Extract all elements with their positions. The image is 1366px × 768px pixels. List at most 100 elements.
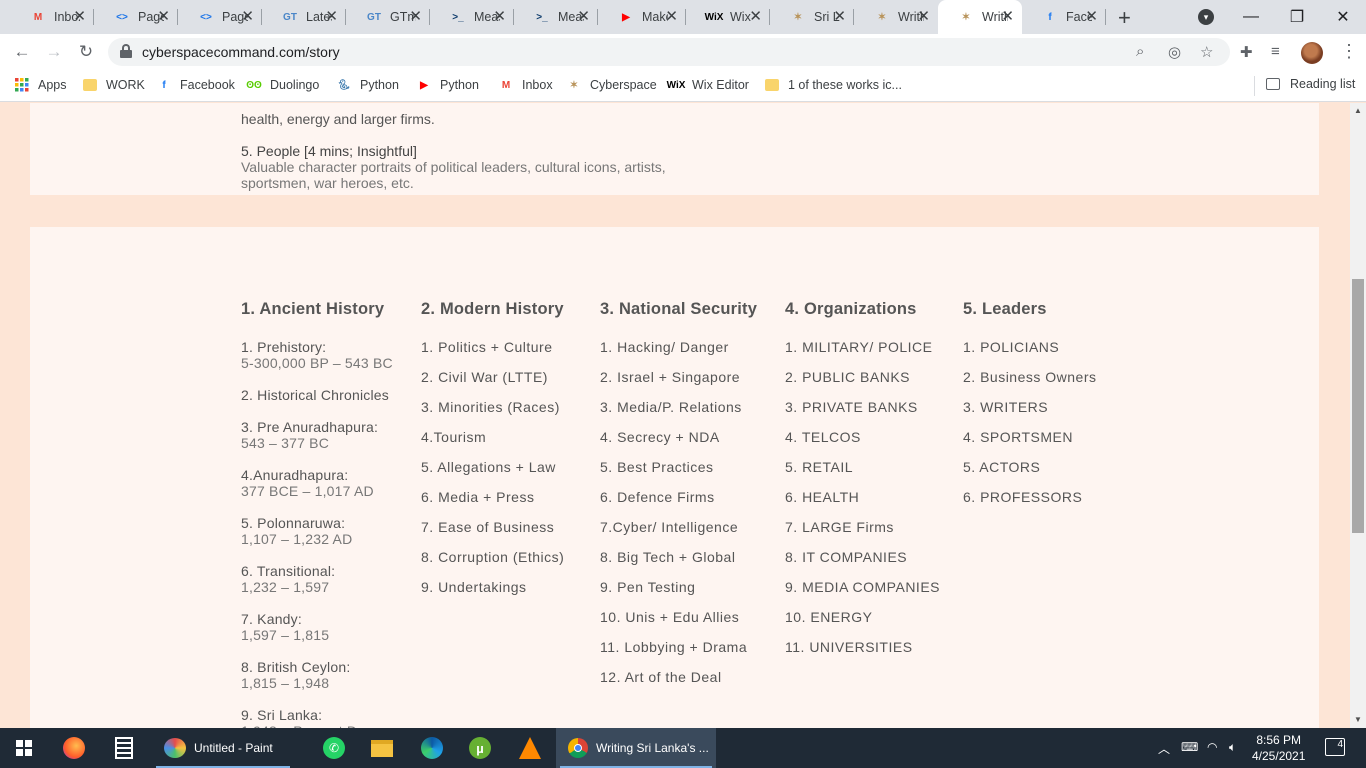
topic-link[interactable]: 4.Tourism <box>421 429 564 459</box>
topic-link[interactable]: 8. IT COMPANIES <box>785 549 940 579</box>
topic-link[interactable]: 2. Historical Chronicles <box>241 387 393 419</box>
tab-close-icon[interactable]: ✕ <box>1001 9 1014 25</box>
scrollbar-thumb[interactable] <box>1352 279 1364 533</box>
topic-link[interactable]: 8. British Ceylon: 1,815 – 1,948 <box>241 659 393 707</box>
topic-link[interactable]: 1. MILITARY/ POLICE <box>785 339 940 369</box>
new-tab-button[interactable]: + <box>1118 5 1131 31</box>
topic-link[interactable]: 8. Corruption (Ethics) <box>421 549 564 579</box>
topic-link[interactable]: 5. Allegations + Law <box>421 459 564 489</box>
forward-arrow-icon[interactable]: → <box>42 40 66 64</box>
topic-link[interactable]: 10. ENERGY <box>785 609 940 639</box>
bookmark-item[interactable]: ▶ Python <box>416 77 479 93</box>
close-window-button[interactable]: ✕ <box>1320 0 1366 34</box>
bookmark-item[interactable]: 1 of these works ic... <box>764 77 902 93</box>
topic-link[interactable]: 2. Civil War (LTTE) <box>421 369 564 399</box>
topic-link[interactable]: 5. ACTORS <box>963 459 1097 489</box>
back-arrow-icon[interactable]: ← <box>10 40 34 64</box>
scroll-down-arrow-icon[interactable]: ▼ <box>1354 715 1362 724</box>
windows-start-icon[interactable] <box>0 728 48 768</box>
browser-tab[interactable]: ▶ Make✕ <box>598 0 686 34</box>
topic-link[interactable]: 6. Defence Firms <box>600 489 757 519</box>
column-heading[interactable]: 4. Organizations <box>785 300 940 319</box>
show-hidden-icons-chevron-icon[interactable]: ︿ <box>1158 740 1170 757</box>
bookmark-star-icon[interactable]: ☆ <box>1200 43 1213 61</box>
edge-icon[interactable] <box>410 728 454 768</box>
tab-close-icon[interactable]: ✕ <box>833 9 846 25</box>
topic-link[interactable]: 2. PUBLIC BANKS <box>785 369 940 399</box>
lock-icon[interactable] <box>120 44 132 58</box>
profile-avatar[interactable] <box>1301 42 1323 64</box>
vlc-icon[interactable] <box>508 728 552 768</box>
notifications-icon[interactable]: 4 <box>1325 738 1345 756</box>
tab-close-icon[interactable]: ✕ <box>241 9 254 25</box>
topic-link[interactable]: 1. Politics + Culture <box>421 339 564 369</box>
topic-link[interactable]: 12. Art of the Deal <box>600 669 757 699</box>
minimize-button[interactable]: — <box>1228 0 1274 34</box>
topic-link[interactable]: 2. Israel + Singapore <box>600 369 757 399</box>
whatsapp-icon[interactable]: ✆ <box>312 728 356 768</box>
topic-link[interactable]: 5. Best Practices <box>600 459 757 489</box>
topic-link[interactable]: 7. Kandy: 1,597 – 1,815 <box>241 611 393 659</box>
topic-link[interactable]: 4. TELCOS <box>785 429 940 459</box>
topic-link[interactable]: 4. SPORTSMEN <box>963 429 1097 459</box>
topic-link[interactable]: 5. RETAIL <box>785 459 940 489</box>
topic-link[interactable]: 6. PROFESSORS <box>963 489 1097 519</box>
topic-link[interactable]: 8. Big Tech + Global <box>600 549 757 579</box>
topic-link[interactable]: 3. Pre Anuradhapura: 543 – 377 BC <box>241 419 393 467</box>
topic-link[interactable]: 9. Sri Lanka:1,948 – Present Day <box>241 707 393 728</box>
topic-link[interactable]: 2. Business Owners <box>963 369 1097 399</box>
bookmark-item[interactable]: f Facebook <box>156 77 235 93</box>
tab-close-icon[interactable]: ✕ <box>73 9 86 25</box>
browser-tab[interactable]: GTGTmetrix✕ <box>346 0 430 34</box>
bookmark-item[interactable]: M Inbox <box>498 77 553 93</box>
tab-close-icon[interactable]: ✕ <box>493 9 506 25</box>
taskbar-clock[interactable]: 8:56 PM 4/25/2021 <box>1252 732 1305 764</box>
browser-tab[interactable]: MInbox✕ <box>10 0 94 34</box>
tab-close-icon[interactable]: ✕ <box>157 9 170 25</box>
topic-link[interactable]: 11. Lobbying + Drama <box>600 639 757 669</box>
topic-link[interactable]: 11. UNIVERSITIES <box>785 639 940 669</box>
scroll-up-arrow-icon[interactable]: ▲ <box>1354 106 1362 115</box>
zoom-icon[interactable]: ⌕ <box>1136 43 1144 60</box>
browser-tab[interactable]: WiX Wix ✕ <box>686 0 770 34</box>
menu-kebab-icon[interactable]: ⋮ <box>1340 42 1358 60</box>
bookmark-item[interactable]: WiX Wix Editor <box>667 77 749 93</box>
taskbar-paint[interactable]: Untitled - Paint <box>152 728 294 768</box>
topic-link[interactable]: 1. Hacking/ Danger <box>600 339 757 369</box>
tab-search-icon[interactable]: ▾ <box>1198 9 1214 25</box>
calculator-icon[interactable] <box>102 728 146 768</box>
browser-tab[interactable]: >_Measure✕ <box>514 0 598 34</box>
reading-list-button[interactable]: Reading list <box>1266 77 1355 91</box>
utorrent-icon[interactable]: µ <box>458 728 502 768</box>
topic-link[interactable]: 5. Polonnaruwa: 1,107 – 1,232 AD <box>241 515 393 563</box>
volume-icon[interactable]: 🔈︎ <box>1229 740 1236 755</box>
browser-tab[interactable]: fFacebook✕ <box>1022 0 1106 34</box>
column-heading[interactable]: 1. Ancient History <box>241 300 393 319</box>
column-heading[interactable]: 3. National Security <box>600 300 757 319</box>
topic-link[interactable]: 3. Media/P. Relations <box>600 399 757 429</box>
topic-link[interactable]: 10. Unis + Edu Allies <box>600 609 757 639</box>
tab-close-icon[interactable]: ✕ <box>409 9 422 25</box>
topic-link[interactable]: 7. Ease of Business <box>421 519 564 549</box>
bookmark-item[interactable]: Apps <box>14 77 67 93</box>
topic-link[interactable]: 4.Anuradhapura: 377 BCE – 1,017 AD <box>241 467 393 515</box>
restore-button[interactable]: ❐ <box>1274 0 1320 34</box>
media-queue-icon[interactable]: ≡ <box>1271 43 1280 60</box>
url-text[interactable]: cyberspacecommand.com/story <box>142 44 340 60</box>
tab-close-icon[interactable]: ✕ <box>1085 9 1098 25</box>
topic-link[interactable]: 7.Cyber/ Intelligence <box>600 519 757 549</box>
firefox-icon[interactable] <box>52 728 96 768</box>
tab-close-icon[interactable]: ✕ <box>577 9 590 25</box>
page-scrollbar[interactable]: ▲ ▼ <box>1350 103 1366 728</box>
column-heading[interactable]: 2. Modern History <box>421 300 564 319</box>
topic-link[interactable]: 6. HEALTH <box>785 489 940 519</box>
browser-tab[interactable]: >_Measure✕ <box>430 0 514 34</box>
topic-link[interactable]: 4. Secrecy + NDA <box>600 429 757 459</box>
wifi-icon[interactable]: ◠ <box>1207 740 1217 754</box>
topic-link[interactable]: 3. Minorities (Races) <box>421 399 564 429</box>
topic-link[interactable]: 9. MEDIA COMPANIES <box>785 579 940 609</box>
topic-link[interactable]: 9. Undertakings <box>421 579 564 609</box>
browser-tab[interactable]: ✶Sri Lanka✕ <box>770 0 854 34</box>
bookmark-item[interactable]: ʘʘ Duolingo <box>246 77 319 93</box>
bookmark-item[interactable]: 🐍︎ Python <box>336 77 399 93</box>
